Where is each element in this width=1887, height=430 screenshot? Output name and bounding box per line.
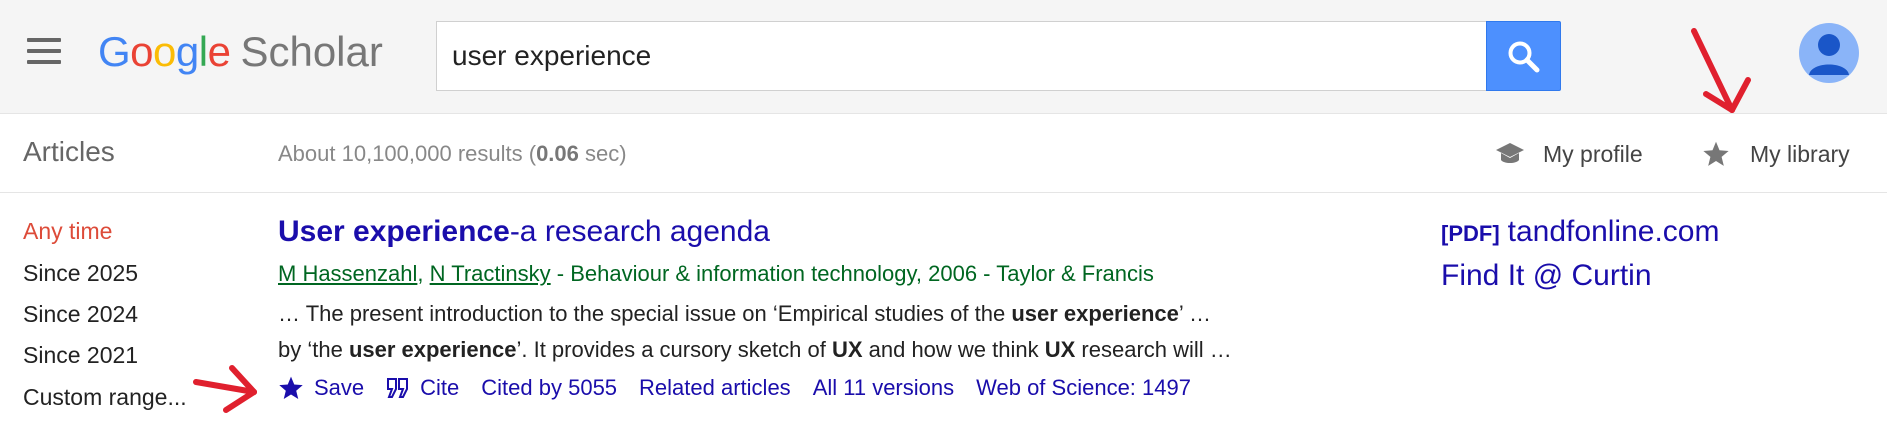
cite-label: Cite [420,375,460,400]
logo-letter: G [98,28,131,75]
search-input[interactable] [436,21,1486,91]
snippet-line-2: by ‘the user experience’. It provides a … [278,337,1232,363]
snippet-line-1: … The present introduction to the specia… [278,301,1211,327]
results-subheader: Articles About 10,100,000 results (0.06 … [0,114,1887,193]
star-icon [279,376,303,400]
my-library-link[interactable]: My library [1702,134,1850,174]
pdf-domain: tandfonline.com [1507,215,1720,248]
author-separator: , [417,261,430,286]
result-stats-suffix: sec) [578,141,627,166]
logo-letter: o [153,28,176,75]
save-button[interactable]: Save [278,375,364,401]
filter-since-2024[interactable]: Since 2024 [23,301,138,328]
all-versions-link[interactable]: All 11 versions [813,375,954,401]
result-actions: Save Cite Cited by 5055 Related articles… [278,373,1213,403]
my-library-label: My library [1750,140,1850,167]
magnifier-icon [1508,41,1540,73]
related-articles-link[interactable]: Related articles [639,375,791,401]
logo-letter: o [130,28,154,75]
annotation-arrow-library [1691,28,1751,113]
search-button[interactable] [1486,21,1561,91]
web-of-science-link[interactable]: Web of Science: 1497 [976,375,1191,401]
snippet-highlight: user experience [1011,301,1179,326]
hamburger-menu-icon[interactable] [24,38,62,68]
result-title-bold: User experience [278,215,510,248]
snippet-text: and how we think [862,337,1045,362]
section-title: Articles [23,136,115,167]
my-profile-label: My profile [1543,140,1643,167]
google-scholar-logo[interactable]: Google Scholar [98,26,383,78]
result-source: - Behaviour & information technology, 20… [550,261,1154,286]
snippet-text: research will … [1075,337,1232,362]
save-label: Save [314,375,365,400]
graduation-cap-icon [1496,143,1524,163]
cited-by-link[interactable]: Cited by 5055 [481,375,617,401]
quote-icon [387,378,409,398]
result-stats: About 10,100,000 results (0.06 sec) [278,141,627,167]
logo-letter: e [207,28,231,75]
result-stats-time: 0.06 [536,141,579,166]
filter-since-2021[interactable]: Since 2021 [23,342,138,369]
snippet-text: ’. It provides a cursory sketch of [516,337,832,362]
result-authors: M Hassenzahl, N Tractinsky - Behaviour &… [278,261,1154,287]
author-link[interactable]: N Tractinsky [430,261,551,286]
result-stats-prefix: About 10,100,000 results ( [278,141,537,166]
top-header: Google Scholar [0,0,1887,114]
my-profile-link[interactable]: My profile [1495,134,1643,174]
find-it-link[interactable]: Find It @ Curtin [1441,259,1652,293]
annotation-arrow-save [193,365,257,413]
snippet-text: ’ … [1178,301,1212,326]
pdf-tag: [PDF] [1441,221,1500,246]
pdf-link[interactable]: [PDF] tandfonline.com [1441,215,1719,249]
logo-letter: g [175,28,199,75]
cite-button[interactable]: Cite [386,375,459,401]
filter-any-time[interactable]: Any time [23,218,112,245]
result-title-rest: -a research agenda [509,215,770,248]
logo-letter: l [198,28,208,75]
logo-scholar-text: Scholar [240,28,383,75]
person-avatar-icon[interactable] [1799,23,1859,83]
snippet-text: … The present introduction to the specia… [278,301,1012,326]
snippet-text: by ‘the [278,337,349,362]
filter-custom-range[interactable]: Custom range... [23,384,187,411]
snippet-highlight: UX [1044,337,1076,362]
filter-since-2025[interactable]: Since 2025 [23,260,138,287]
snippet-highlight: UX [831,337,863,362]
author-link[interactable]: M Hassenzahl [278,261,417,286]
result-title-link[interactable]: User experience-a research agenda [278,215,770,249]
snippet-highlight: user experience [348,337,517,362]
star-icon [1703,141,1729,166]
